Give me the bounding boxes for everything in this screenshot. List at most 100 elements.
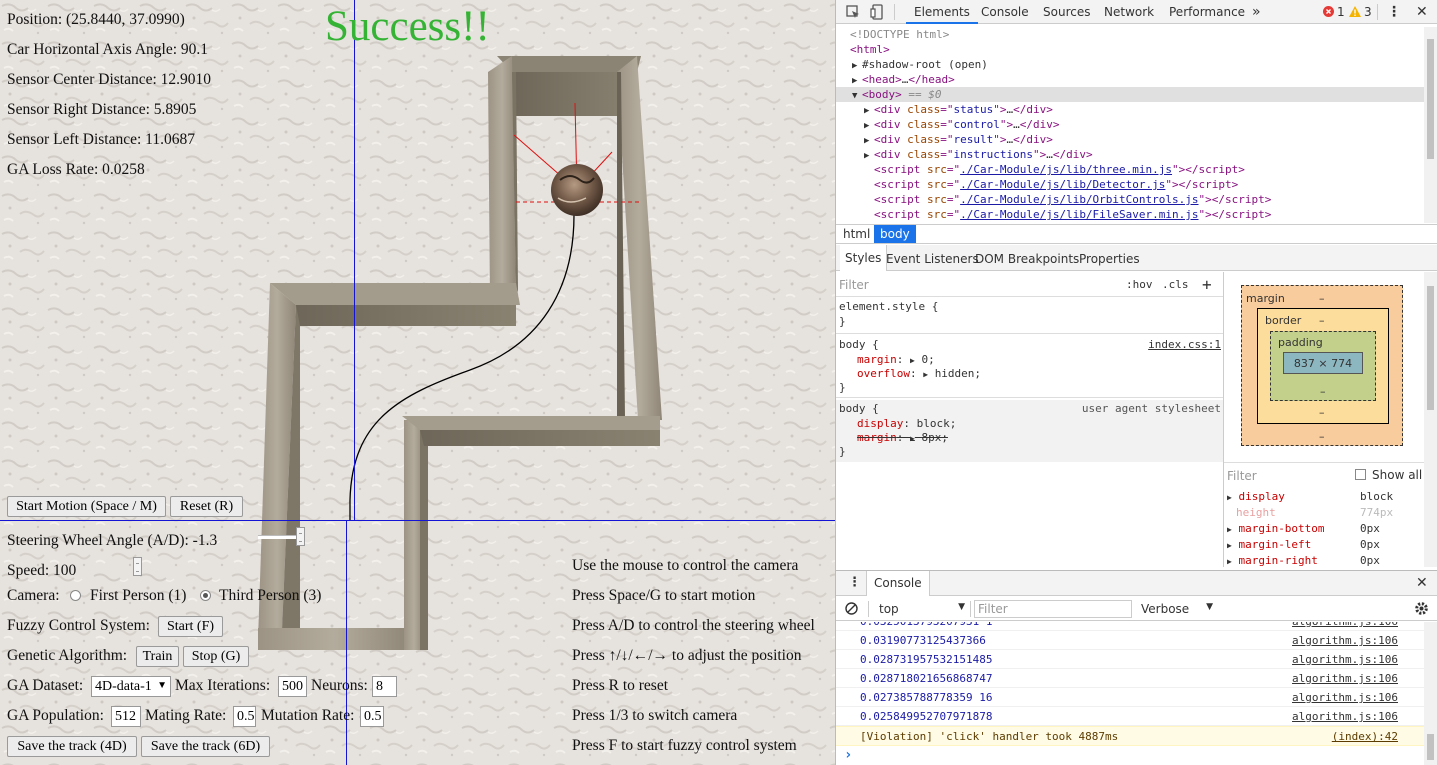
div-node[interactable]: ▶ <div class="result">…</div> bbox=[836, 132, 1424, 147]
rule-source-link[interactable]: index.css:1 bbox=[1148, 338, 1221, 351]
subtab-styles[interactable]: Styles bbox=[840, 245, 888, 271]
computed-prop-row[interactable]: height 774px bbox=[1227, 505, 1422, 521]
log-level-select[interactable]: Verbose ▼ bbox=[1141, 602, 1213, 616]
camera-third-person-label[interactable]: Third Person (3) bbox=[219, 587, 321, 605]
reset-button[interactable]: Reset (R) bbox=[170, 496, 243, 517]
console-violation-row[interactable]: [Violation] 'click' handler took 4887ms … bbox=[836, 726, 1424, 746]
device-toolbar-icon[interactable] bbox=[870, 4, 884, 20]
console-prompt[interactable]: › bbox=[836, 747, 1424, 765]
warning-count[interactable]: 3 bbox=[1364, 0, 1372, 24]
steering-slider-thumb[interactable] bbox=[296, 527, 305, 546]
ga-stop-button[interactable]: Stop (G) bbox=[183, 646, 249, 667]
console-log-row-partial[interactable]: 0.0325013793207931 1algorithm.js:106 bbox=[836, 622, 1424, 631]
script-node[interactable]: <script src="./Car-Module/js/lib/FileSav… bbox=[836, 207, 1424, 222]
log-source-link[interactable]: algorithm.js:106 bbox=[1292, 669, 1398, 688]
save-track-4d-button[interactable]: Save the track (4D) bbox=[7, 736, 137, 757]
script-src-link[interactable]: ./Car-Module/js/lib/three.min.js bbox=[960, 163, 1172, 176]
hov-toggle[interactable]: :hov bbox=[1126, 278, 1153, 291]
script-src-link[interactable]: ./Car-Module/js/lib/FileSaver.min.js bbox=[960, 208, 1198, 221]
box-model-scroll-thumb[interactable] bbox=[1427, 286, 1434, 410]
div-node[interactable]: ▶ <div class="instructions">…</div> bbox=[836, 147, 1424, 162]
steering-slider-track[interactable] bbox=[258, 535, 298, 539]
save-track-6d-button[interactable]: Save the track (6D) bbox=[141, 736, 270, 757]
tab-network[interactable]: Network bbox=[1104, 0, 1154, 24]
camera-third-person-radio[interactable] bbox=[200, 590, 211, 601]
clear-console-icon[interactable] bbox=[845, 602, 858, 615]
start-motion-button[interactable]: Start Motion (Space / M) bbox=[7, 496, 166, 517]
console-filter-input[interactable]: Filter bbox=[974, 600, 1132, 618]
script-src-link[interactable]: ./Car-Module/js/lib/OrbitControls.js bbox=[960, 193, 1198, 206]
breadcrumb-body[interactable]: body bbox=[874, 225, 916, 243]
script-node[interactable]: <script src="./Car-Module/js/lib/Detecto… bbox=[836, 177, 1424, 192]
console-drawer-tab[interactable]: Console bbox=[866, 571, 930, 596]
mutation-rate-input[interactable]: 0.5 bbox=[360, 706, 384, 727]
camera-first-person-label[interactable]: First Person (1) bbox=[90, 587, 186, 605]
show-all-label[interactable]: Show all bbox=[1372, 468, 1422, 482]
close-drawer-icon[interactable]: ✕ bbox=[1416, 575, 1428, 591]
mating-rate-input[interactable]: 0.5 bbox=[233, 706, 256, 727]
breadcrumb-html[interactable]: html bbox=[843, 227, 870, 241]
more-tabs-button[interactable]: » bbox=[1252, 0, 1261, 24]
tab-elements[interactable]: Elements bbox=[906, 0, 978, 24]
console-scrollbar[interactable] bbox=[1424, 622, 1437, 765]
speed-slider-thumb[interactable] bbox=[133, 557, 142, 576]
head-node[interactable]: ▶ <head>…</head> bbox=[836, 72, 1424, 87]
log-source-link[interactable]: algorithm.js:106 bbox=[1292, 631, 1398, 650]
show-all-checkbox[interactable] bbox=[1355, 469, 1366, 480]
error-count[interactable]: 1 bbox=[1337, 0, 1345, 24]
styles-filter-input[interactable]: Filter bbox=[839, 278, 869, 292]
doctype-node[interactable]: <!DOCTYPE html> bbox=[836, 27, 1424, 42]
computed-prop-row[interactable]: ▶ display block bbox=[1227, 489, 1422, 505]
max-iterations-input[interactable]: 500 bbox=[278, 676, 307, 697]
gear-icon[interactable] bbox=[1414, 601, 1429, 616]
div-node[interactable]: ▶ <div class="status">…</div> bbox=[836, 102, 1424, 117]
script-src-link[interactable]: ./Car-Module/js/lib/Detector.js bbox=[960, 178, 1165, 191]
population-input[interactable]: 512 bbox=[111, 706, 141, 727]
warning-icon[interactable] bbox=[1349, 6, 1361, 17]
console-log-row[interactable]: 0.027385788778359 16 algorithm.js:106 bbox=[836, 688, 1424, 707]
body-node-selected[interactable]: ▼ <body> == $0 bbox=[836, 87, 1424, 102]
computed-filter-input[interactable]: Filter bbox=[1227, 469, 1257, 483]
div-node[interactable]: ▶ <div class="control">…</div> bbox=[836, 117, 1424, 132]
subtab-dom-breakpoints[interactable]: DOM Breakpoints bbox=[975, 252, 1079, 266]
drawer-menu-icon[interactable]: ⋮ bbox=[848, 575, 861, 590]
rule-prop[interactable]: margin: ▶ 0; bbox=[857, 353, 935, 366]
computed-prop-row[interactable]: ▶ margin-right 0px bbox=[1227, 553, 1422, 567]
kebab-menu-icon[interactable]: ⋮ bbox=[1387, 0, 1401, 24]
elements-scroll-thumb[interactable] bbox=[1427, 39, 1434, 159]
html-node[interactable]: <html> bbox=[836, 42, 1424, 57]
console-scroll-thumb[interactable] bbox=[1427, 734, 1434, 760]
dataset-select[interactable]: 4D-data-1 ▼ bbox=[91, 676, 171, 697]
element-style-rule[interactable]: element.style { } bbox=[836, 300, 1223, 334]
cls-toggle[interactable]: .cls bbox=[1162, 278, 1189, 291]
elements-scrollbar[interactable] bbox=[1424, 27, 1437, 223]
tab-sources[interactable]: Sources bbox=[1043, 0, 1090, 24]
ga-train-button[interactable]: Train bbox=[136, 646, 179, 667]
console-log-row[interactable]: 0.025849952707971878 algorithm.js:106 bbox=[836, 707, 1424, 726]
camera-first-person-radio[interactable] bbox=[70, 590, 81, 601]
subtab-properties[interactable]: Properties bbox=[1079, 252, 1140, 266]
subtab-event-listeners[interactable]: Event Listeners bbox=[886, 252, 979, 266]
console-log-row[interactable]: 0.028718021656868747 algorithm.js:106 bbox=[836, 669, 1424, 688]
script-node[interactable]: <script src="./Car-Module/js/lib/three.m… bbox=[836, 162, 1424, 177]
log-source-link[interactable]: algorithm.js:106 bbox=[1292, 688, 1398, 707]
error-icon[interactable] bbox=[1323, 6, 1334, 17]
script-node[interactable]: <script src="./Car-Module/js/lib/OrbitCo… bbox=[836, 192, 1424, 207]
tab-performance[interactable]: Performance bbox=[1169, 0, 1245, 24]
close-devtools-icon[interactable]: ✕ bbox=[1416, 0, 1428, 24]
rule-prop[interactable]: overflow: ▶ hidden; bbox=[857, 367, 981, 380]
neurons-input[interactable]: 8 bbox=[372, 676, 397, 697]
shadow-root-node[interactable]: ▶ #shadow-root (open) bbox=[836, 57, 1424, 72]
console-log-row[interactable]: 0.0319077312543736​6 algorithm.js:106 bbox=[836, 631, 1424, 650]
computed-prop-row[interactable]: ▶ margin-left 0px bbox=[1227, 537, 1422, 553]
user-agent-css-rule[interactable]: body { user agent stylesheet display: bl… bbox=[836, 400, 1223, 462]
body-css-rule[interactable]: body { index.css:1 margin: ▶ 0; overflow… bbox=[836, 336, 1223, 398]
context-select[interactable]: top ▼ bbox=[879, 602, 967, 616]
computed-prop-row[interactable]: ▶ margin-bottom 0px bbox=[1227, 521, 1422, 537]
tab-console[interactable]: Console bbox=[981, 0, 1029, 24]
console-log-row[interactable]: 0.028731957532151485 algorithm.js:106 bbox=[836, 650, 1424, 669]
log-source-link[interactable]: algorithm.js:106 bbox=[1292, 650, 1398, 669]
fuzzy-start-button[interactable]: Start (F) bbox=[158, 616, 223, 637]
log-source-link[interactable]: algorithm.js:106 bbox=[1292, 707, 1398, 726]
violation-source-link[interactable]: (index):42 bbox=[1332, 727, 1398, 747]
